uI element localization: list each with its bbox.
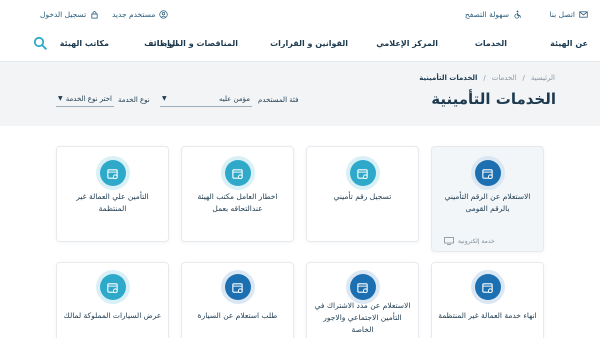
login-link[interactable]: تسجيل الدخول <box>40 10 99 19</box>
main-nav: عن الهيئة الخدمات المركز الإعلامي القوان… <box>0 28 600 62</box>
mail-icon <box>579 11 588 18</box>
service-card-title: الاستعلام عن الرقم التأميني بالرقم القوم… <box>444 192 531 213</box>
calendar-gear-icon <box>99 274 126 300</box>
service-card[interactable]: اخطار العامل مكتب الهيئة عندالتحاقه بعمل <box>181 146 294 242</box>
service-card[interactable]: عرض السيارات المملوكة لمالك <box>56 262 169 338</box>
calendar-gear-icon <box>474 160 501 186</box>
new-user-link[interactable]: مستخدم جديد <box>112 10 169 19</box>
search-icon[interactable] <box>33 36 47 50</box>
user-circle-icon <box>159 10 169 19</box>
nav-item-about[interactable]: عن الهيئة <box>550 39 588 48</box>
service-card[interactable]: الاستعلام عن الرقم التأميني بالرقم القوم… <box>431 146 544 252</box>
service-type-value: اختر نوع الخدمة <box>65 94 112 103</box>
service-card-title: التأمين علي العمالة غير المنتظمة <box>76 192 149 213</box>
calendar-gear-icon <box>474 274 501 300</box>
service-card-title: عرض السيارات المملوكة لمالك <box>63 311 162 320</box>
chevron-down-icon: ▼ <box>58 95 63 102</box>
breadcrumb-services[interactable]: الخدمات <box>492 74 517 82</box>
wheelchair-icon <box>514 10 522 19</box>
service-card-title: الاستعلام عن مدد الاشتراك في التأمين الا… <box>314 301 411 334</box>
nav-item-services[interactable]: الخدمات <box>475 39 507 48</box>
user-category-select[interactable]: ▼ مؤمن عليه <box>160 91 252 107</box>
new-user-label: مستخدم جديد <box>112 10 156 19</box>
monitor-icon <box>444 237 454 245</box>
accessibility-link[interactable]: سهولة التصفح <box>465 10 522 19</box>
service-type-select[interactable]: ▼ اختر نوع الخدمة <box>56 91 114 107</box>
nav-item-jobs[interactable]: الوظائف <box>144 39 178 48</box>
calendar-gear-icon <box>224 160 251 186</box>
service-card-title: انهاء خدمة العمالة غير المنتظمة <box>438 311 537 320</box>
e-service-tag: خدمة إلكترونية <box>444 237 495 245</box>
service-card[interactable]: تسجيل رقم تأميني <box>306 146 419 242</box>
breadcrumb-separator: / <box>522 74 525 82</box>
login-label: تسجيل الدخول <box>40 10 87 19</box>
nav-item-media-center[interactable]: المركز الإعلامي <box>376 39 438 48</box>
service-card-title: اخطار العامل مكتب الهيئة عندالتحاقه بعمل <box>197 192 278 213</box>
calendar-gear-icon <box>224 274 251 300</box>
contact-label: اتصل بنا <box>549 10 575 19</box>
service-card[interactable]: التأمين علي العمالة غير المنتظمة <box>56 146 169 242</box>
nav-item-offices[interactable]: مكاتب الهيئة <box>60 39 109 48</box>
breadcrumb-home[interactable]: الرئيسية <box>531 74 555 82</box>
service-card-title: طلب استعلام عن السيارة <box>197 311 278 320</box>
accessibility-label: سهولة التصفح <box>464 10 509 19</box>
breadcrumb-current: الخدمات التأمينية <box>419 74 478 82</box>
user-category-value: مؤمن عليه <box>218 94 250 103</box>
calendar-gear-icon <box>349 274 376 300</box>
page-title: الخدمات التأمينية <box>431 90 556 108</box>
chevron-down-icon: ▼ <box>162 95 167 102</box>
lock-icon <box>91 11 98 19</box>
breadcrumb-separator: / <box>483 74 486 82</box>
breadcrumb: الرئيسية / الخدمات / الخدمات التأمينية <box>419 74 555 82</box>
nav-item-laws[interactable]: القوانين و القرارات <box>270 39 348 48</box>
calendar-gear-icon <box>349 160 376 186</box>
service-type-label: نوع الخدمة <box>118 96 150 104</box>
service-card-title: تسجيل رقم تأميني <box>333 192 392 201</box>
e-service-tag-label: خدمة إلكترونية <box>458 237 495 245</box>
calendar-gear-icon <box>99 160 126 186</box>
contact-link[interactable]: اتصل بنا <box>550 10 588 19</box>
top-utility-bar: اتصل بنا سهولة التصفح مستخدم جديد تسجيل … <box>0 0 600 28</box>
service-card[interactable]: طلب استعلام عن السيارة <box>181 262 294 338</box>
service-card[interactable]: الاستعلام عن مدد الاشتراك في التأمين الا… <box>306 262 419 338</box>
service-card[interactable]: انهاء خدمة العمالة غير المنتظمة <box>431 262 544 338</box>
user-category-label: فئة المستخدم <box>258 96 299 104</box>
